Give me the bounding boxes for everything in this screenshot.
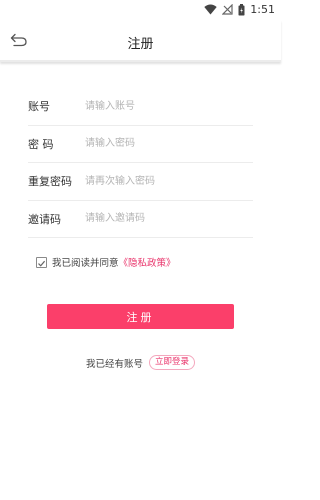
repeat-password-row: 重复密码 — [28, 163, 253, 201]
invite-code-row: 邀请码 — [28, 200, 253, 238]
repeat-password-input[interactable] — [85, 163, 253, 200]
register-form: 账号 密 码 重复密码 邀请码 — [28, 88, 253, 238]
password-input[interactable] — [85, 125, 253, 162]
battery-icon — [238, 3, 245, 16]
register-button[interactable]: 注册 — [47, 304, 234, 329]
invite-code-input[interactable] — [85, 200, 253, 237]
wifi-icon — [204, 4, 217, 15]
agreement-row: 我已阅读并同意 《隐私政策》 — [36, 255, 176, 269]
password-label: 密 码 — [28, 137, 54, 151]
agreement-text: 我已阅读并同意 — [52, 258, 119, 269]
page-title: 注册 — [127, 37, 154, 52]
status-icons: 1:51 — [204, 3, 275, 16]
status-time: 1:51 — [250, 3, 275, 16]
privacy-policy-link[interactable]: 《隐私政策》 — [119, 255, 176, 269]
account-input[interactable] — [85, 88, 253, 125]
account-label: 账号 — [28, 100, 50, 114]
agreement-checkbox[interactable] — [36, 256, 47, 268]
login-now-button[interactable]: 立即登录 — [149, 355, 196, 371]
app-bar: 注册 — [0, 20, 281, 62]
password-row: 密 码 — [28, 125, 253, 163]
invite-code-label: 邀请码 — [28, 212, 61, 226]
signal-off-icon — [222, 4, 233, 15]
account-row: 账号 — [28, 88, 253, 126]
login-row: 我已经有账号 立即登录 — [0, 355, 281, 371]
have-account-text: 我已经有账号 — [85, 358, 143, 370]
repeat-password-label: 重复密码 — [28, 175, 72, 189]
status-bar: 1:51 — [0, 0, 281, 20]
checkmark-icon — [37, 253, 46, 272]
